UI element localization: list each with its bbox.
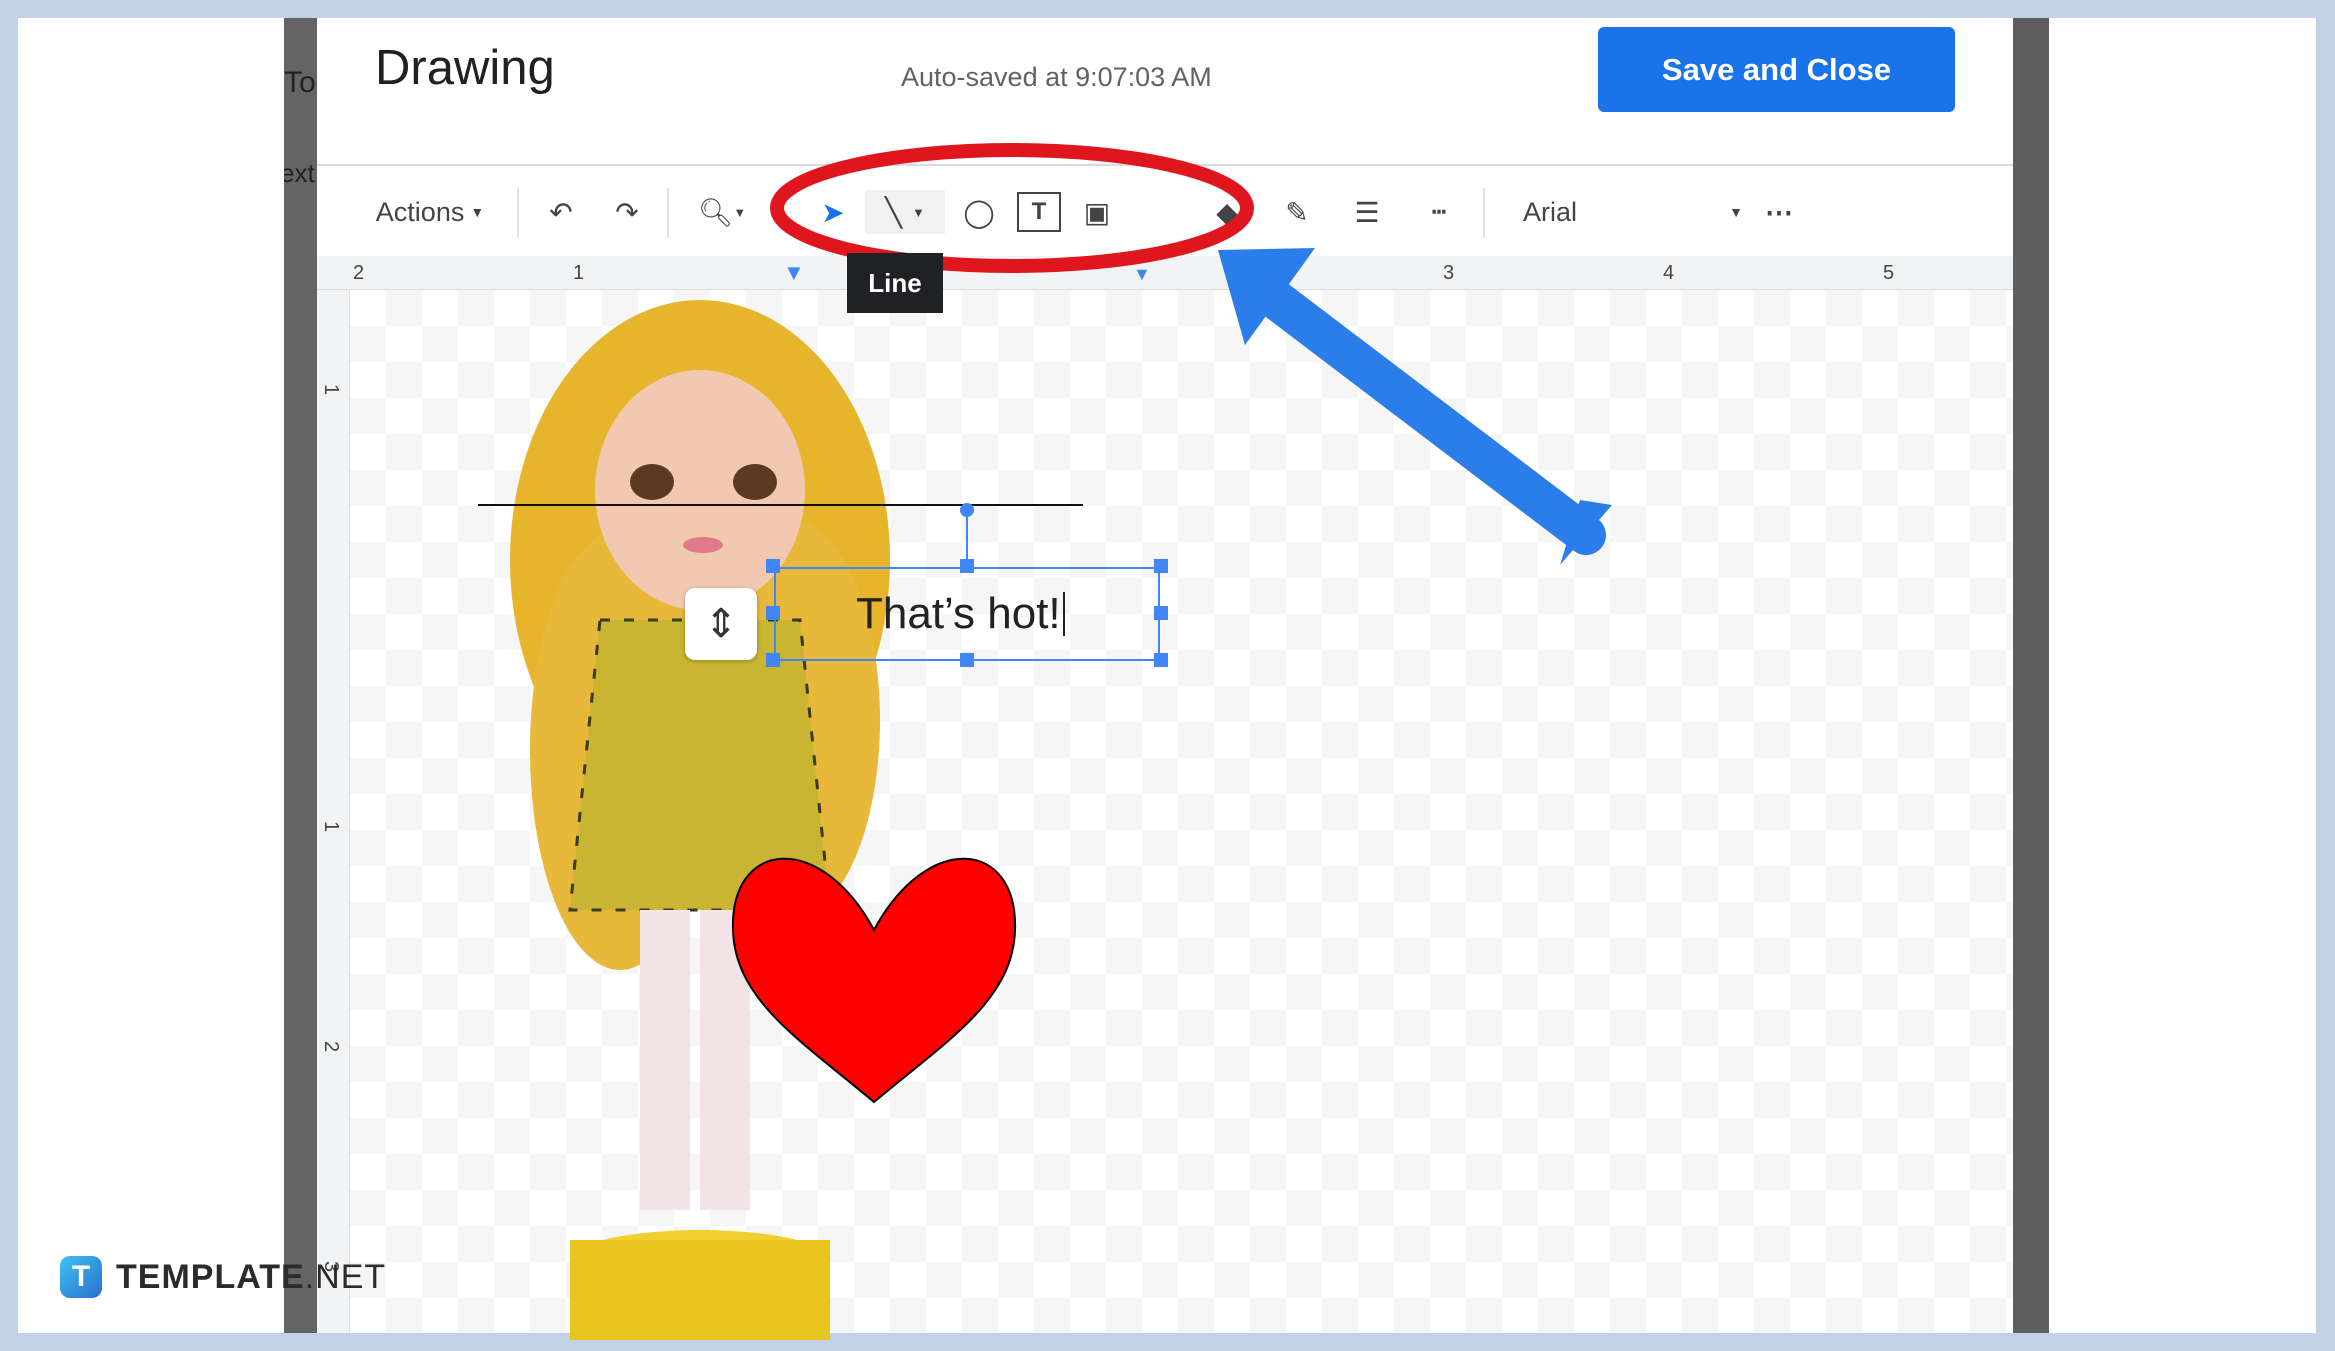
watermark-logo: T TEMPLATE.NET — [60, 1256, 386, 1298]
resize-handle[interactable] — [1154, 653, 1168, 667]
logo-suffix: .NET — [304, 1257, 387, 1296]
resize-handle[interactable] — [960, 559, 974, 573]
logo-brand: TEMPLATE — [116, 1257, 305, 1296]
heart-shape[interactable] — [731, 857, 1017, 1104]
rotate-handle[interactable] — [960, 503, 974, 517]
tooltip: Line — [847, 253, 943, 313]
resize-handle[interactable] — [766, 606, 780, 620]
highlight-circle — [770, 143, 1254, 273]
selection-handles — [766, 559, 1168, 667]
logo-text: TEMPLATE.NET — [116, 1258, 386, 1297]
resize-handle[interactable] — [960, 653, 974, 667]
logo-mark-icon: T — [60, 1256, 102, 1298]
resize-handle[interactable] — [766, 653, 780, 667]
canvas-shapes — [478, 143, 1612, 1340]
resize-handle[interactable] — [1154, 559, 1168, 573]
vertical-align-icon[interactable]: ⇕ — [685, 588, 757, 660]
doll-image[interactable] — [510, 300, 890, 1340]
resize-handle[interactable] — [1154, 606, 1168, 620]
resize-handle[interactable] — [766, 559, 780, 573]
pointer-arrow — [1218, 248, 1612, 565]
